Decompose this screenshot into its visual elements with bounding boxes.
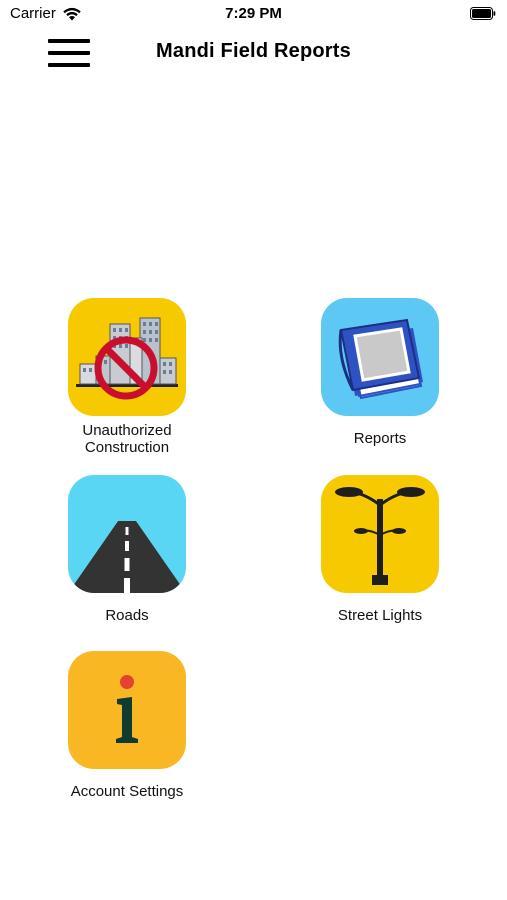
street-light-icon bbox=[321, 475, 439, 593]
tile-reports[interactable]: Reports bbox=[290, 298, 470, 447]
report-book-icon bbox=[321, 298, 439, 416]
battery-icon bbox=[470, 7, 496, 20]
page-title: Mandi Field Reports bbox=[156, 40, 351, 62]
tile-label: Account Settings bbox=[70, 783, 184, 800]
tile-label: Street Lights bbox=[337, 607, 423, 624]
no-construction-icon bbox=[68, 298, 186, 416]
info-icon bbox=[68, 651, 186, 769]
tile-account-settings[interactable]: Account Settings bbox=[37, 651, 217, 800]
status-time: 7:29 PM bbox=[225, 5, 282, 22]
tile-label: Unauthorized Construction bbox=[82, 422, 172, 456]
tile-label: Reports bbox=[353, 430, 407, 447]
tile-street-lights[interactable]: Street Lights bbox=[290, 475, 470, 624]
tile-label: Roads bbox=[105, 607, 149, 624]
road-icon bbox=[68, 475, 186, 593]
tile-roads[interactable]: Roads bbox=[37, 475, 217, 624]
status-bar: Carrier 7:29 PM bbox=[0, 0, 507, 28]
navigation-bar: Mandi Field Reports bbox=[0, 28, 507, 78]
tile-unauthorized-construction[interactable]: Unauthorized Construction bbox=[37, 298, 217, 456]
